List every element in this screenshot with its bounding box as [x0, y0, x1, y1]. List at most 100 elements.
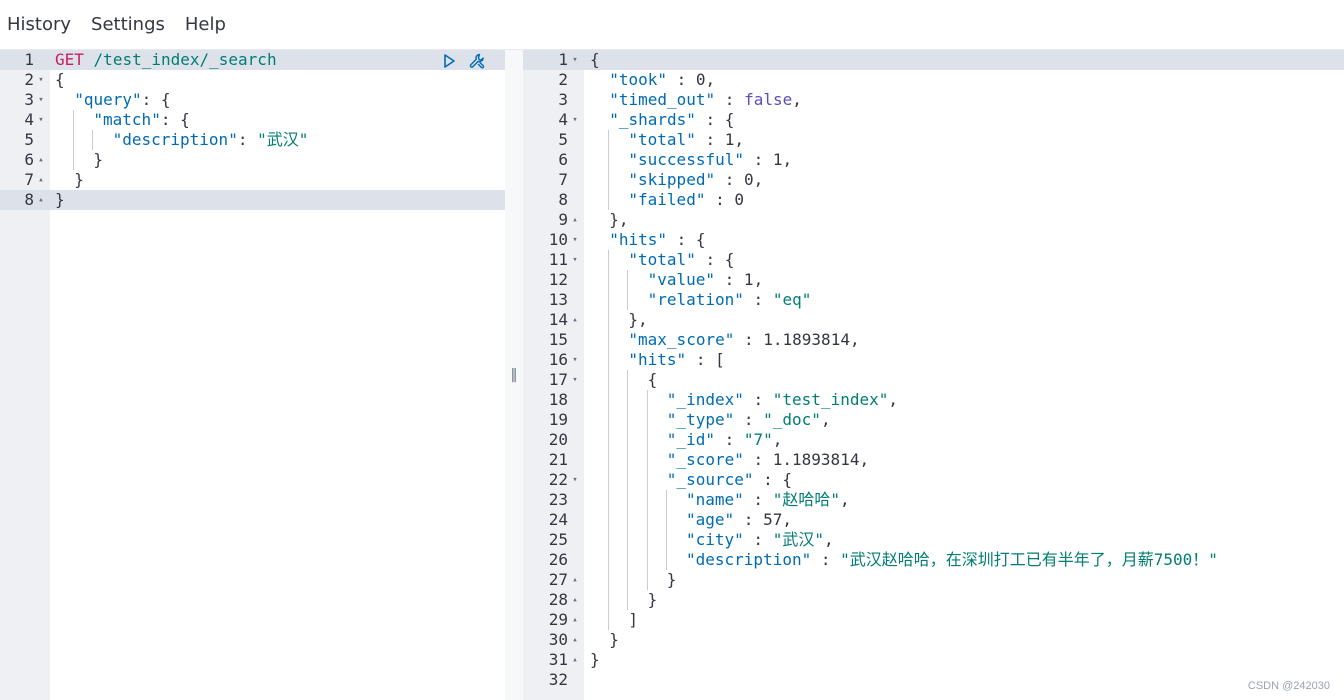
fold-close-icon[interactable]: ▴ [36, 170, 46, 190]
response-indent-guide [608, 570, 610, 590]
response-token: "_source" [666, 470, 754, 489]
fold-open-icon[interactable]: ▾ [36, 70, 46, 90]
response-token: : { [695, 250, 735, 269]
response-code: "took" : 0, [609, 70, 715, 90]
response-indent-guide [646, 510, 648, 530]
request-token: } [93, 150, 104, 169]
fold-close-icon[interactable]: ▴ [36, 150, 46, 170]
fold-open-icon[interactable]: ▾ [36, 110, 46, 130]
fold-close-icon[interactable]: ▴ [570, 650, 580, 670]
response-token: "eq" [772, 290, 812, 309]
response-indent-guide [627, 430, 629, 450]
response-token: "successful" [628, 150, 744, 169]
response-indent-guide [608, 590, 610, 610]
request-token: GET [55, 50, 84, 69]
response-token: "max_score" [628, 330, 735, 349]
response-line-number: 9 [558, 210, 568, 229]
request-token: "武汉" [257, 130, 309, 149]
response-indent-guide [608, 510, 610, 530]
fold-open-icon[interactable]: ▾ [36, 90, 46, 110]
request-indent-guide [92, 130, 94, 150]
fold-open-icon[interactable]: ▾ [570, 250, 580, 270]
response-token: : 1.1893814, [734, 330, 860, 349]
response-indent-guide [608, 370, 610, 390]
response-indent-guide [627, 270, 629, 290]
response-token: : { [695, 110, 735, 129]
fold-close-icon[interactable]: ▴ [570, 210, 580, 230]
fold-open-icon[interactable]: ▾ [570, 470, 580, 490]
response-token: false [744, 90, 793, 109]
response-code: "name" : "赵哈哈", [686, 490, 850, 510]
response-line-number: 30 [548, 630, 568, 649]
fold-open-icon[interactable]: ▾ [570, 110, 580, 130]
response-token: : [715, 90, 745, 109]
fold-close-icon[interactable]: ▴ [570, 610, 580, 630]
pane-splitter[interactable]: ‖ [505, 50, 523, 700]
play-icon[interactable] [440, 52, 458, 70]
request-token: { [55, 70, 65, 89]
response-line: 10 ▾ "hits" : { [523, 230, 1344, 250]
menu-settings[interactable]: Settings [91, 0, 165, 50]
fold-open-icon[interactable]: ▾ [570, 230, 580, 250]
response-indent-guide [608, 410, 610, 430]
response-code: "_shards" : { [609, 110, 734, 130]
request-line-number: 7 [24, 170, 34, 189]
fold-close-icon[interactable]: ▴ [36, 190, 46, 210]
response-code: "city" : "武汉", [686, 530, 834, 550]
response-token: "relation" [647, 290, 744, 309]
response-token: "武汉" [772, 530, 824, 549]
response-line-number: 27 [548, 570, 568, 589]
response-token: , [839, 490, 850, 509]
response-code: "hits" : { [609, 230, 705, 250]
response-code: }, [628, 310, 647, 330]
request-line-number: 2 [24, 70, 34, 89]
response-line-number: 20 [548, 430, 568, 449]
request-line: 2 ▾ { [0, 70, 505, 90]
fold-open-icon[interactable]: ▾ [570, 370, 580, 390]
response-code: "_score" : 1.1893814, [667, 450, 869, 470]
response-token: "total" [628, 250, 696, 269]
fold-close-icon[interactable]: ▴ [570, 570, 580, 590]
request-token [84, 50, 94, 69]
response-line-number: 19 [548, 410, 568, 429]
response-code: "max_score" : 1.1893814, [628, 330, 859, 350]
watermark: CSDN @242030 [1247, 680, 1330, 692]
wrench-icon[interactable] [468, 52, 486, 70]
response-line-number: 16 [548, 350, 568, 369]
response-indent-guide [608, 290, 610, 310]
response-token: : { [666, 230, 706, 249]
response-viewer[interactable]: 1 ▾{2 "took" : 0, 3 "timed_out" : false, 4 ▾ "_… [523, 50, 1344, 700]
response-code: "_id" : "7", [667, 430, 783, 450]
request-line: 6 ▴} [0, 150, 505, 170]
response-indent-guide [608, 350, 610, 370]
response-code: } [609, 630, 619, 650]
fold-close-icon[interactable]: ▴ [570, 590, 580, 610]
response-indent-guide [627, 290, 629, 310]
menu-history[interactable]: History [7, 0, 71, 50]
fold-open-icon[interactable]: ▾ [570, 50, 580, 70]
response-indent-guide [627, 410, 629, 430]
fold-close-icon[interactable]: ▴ [570, 630, 580, 650]
response-token: : [811, 550, 841, 569]
response-line: 4 ▾ "_shards" : { [523, 110, 1344, 130]
response-code: }, [609, 210, 628, 230]
response-line-number: 32 [548, 670, 568, 689]
response-line-number: 15 [548, 330, 568, 349]
menu-help[interactable]: Help [185, 0, 226, 50]
response-indent-guide [608, 390, 610, 410]
response-line-number: 23 [548, 490, 568, 509]
top-menu-bar: History Settings Help [0, 0, 1344, 50]
request-editor[interactable]: 1 GET /test_index/_search 2 ▾{3 ▾ "query": {4… [0, 50, 505, 700]
response-indent-guide [608, 330, 610, 350]
response-token: : [714, 430, 744, 449]
response-token: } [647, 590, 658, 609]
response-indent-guide [608, 490, 610, 510]
request-line-number: 4 [24, 110, 34, 129]
fold-open-icon[interactable]: ▾ [570, 350, 580, 370]
request-code: "match": { [93, 110, 189, 130]
response-line: 5 "total" : 1, [523, 130, 1344, 150]
response-indent-guide [608, 150, 610, 170]
request-line: 3 ▾ "query": { [0, 90, 505, 110]
fold-close-icon[interactable]: ▴ [570, 310, 580, 330]
response-line-number: 4 [558, 110, 568, 129]
